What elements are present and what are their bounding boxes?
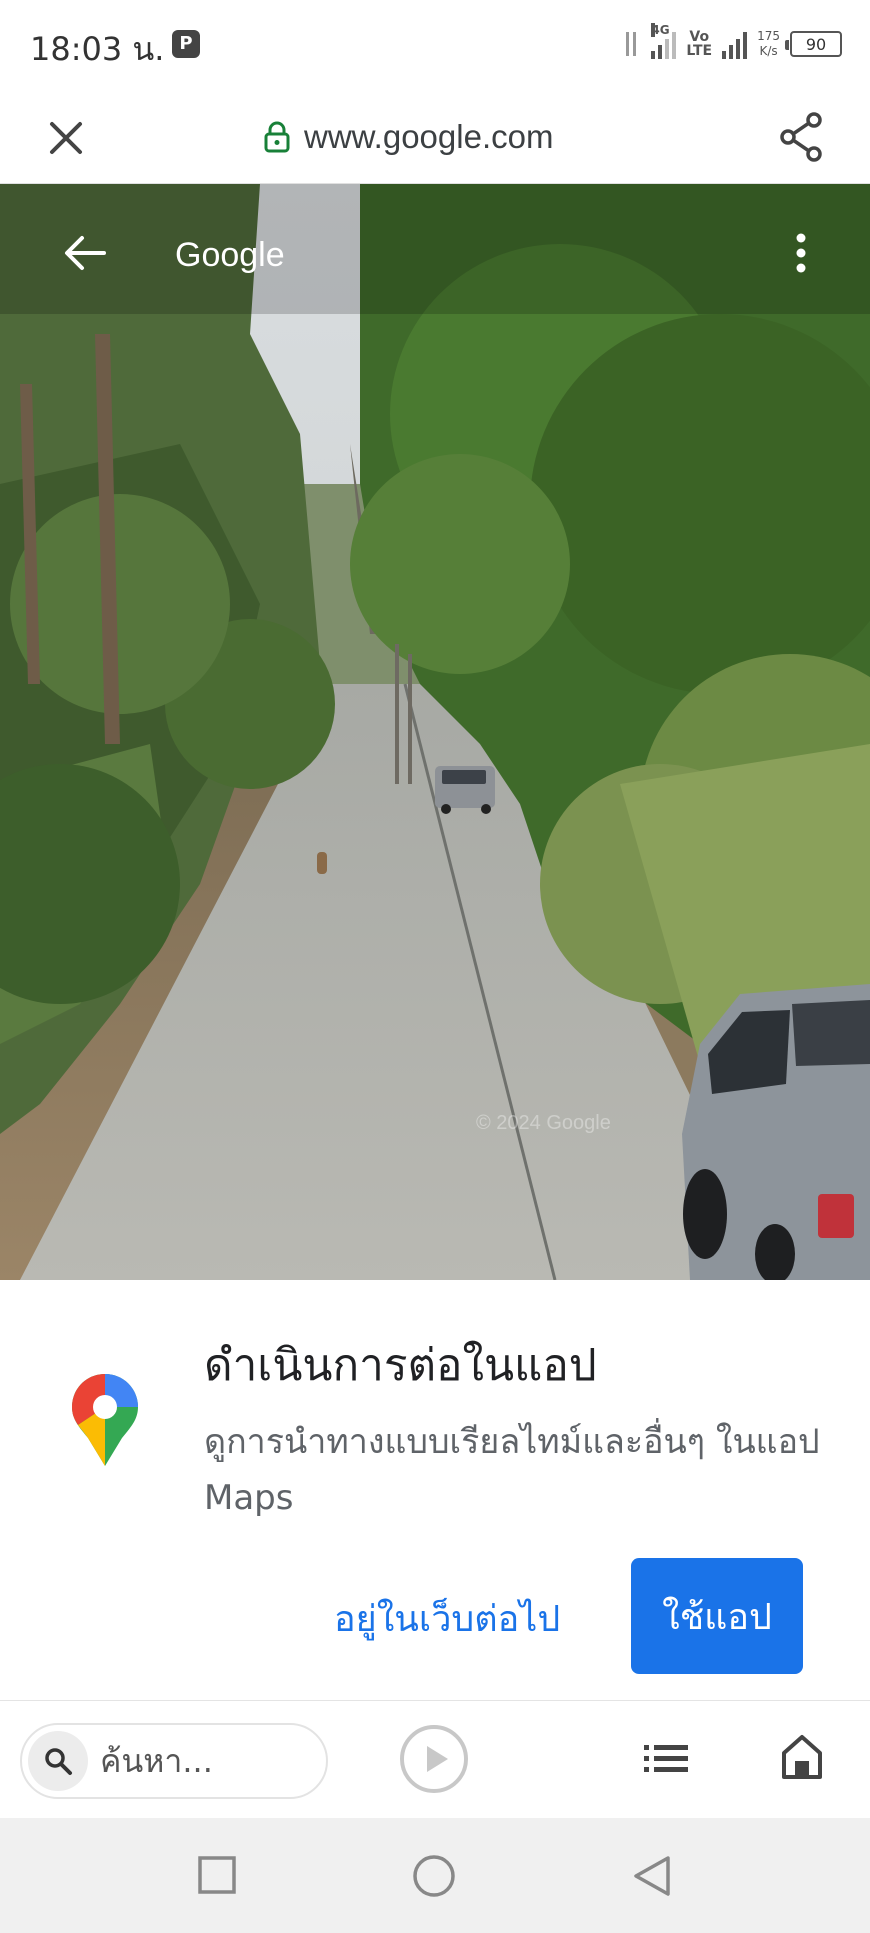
share-icon[interactable]: [776, 110, 826, 164]
close-icon[interactable]: [44, 116, 88, 160]
more-vert-icon[interactable]: [786, 228, 816, 278]
open-in-app-sheet: ดำเนินการต่อในแอป ดูการนำทางแบบเรียลไทม์…: [0, 1280, 870, 1700]
android-nav-bar: [0, 1818, 870, 1933]
browser-toolbar: ค้นหา...: [0, 1700, 870, 1818]
street-view-photo: [0, 184, 870, 1280]
browser-bar: www.google.com: [0, 90, 870, 184]
status-bar: 18:03 น. P 4G Vo LTE 175 K/s 90: [0, 0, 870, 90]
sheet-title: ดำเนินการต่อในแอป: [204, 1340, 597, 1391]
volte-indicator: Vo LTE: [686, 30, 712, 58]
battery-level: 90: [805, 34, 827, 54]
network-type-label: 4G: [651, 23, 670, 37]
home-circle-icon[interactable]: [412, 1854, 456, 1898]
play-icon[interactable]: [398, 1723, 470, 1795]
back-triangle-icon[interactable]: [632, 1854, 672, 1898]
cellular-signal-icon-1: 4G: [651, 23, 677, 59]
volte-line2: LTE: [686, 43, 713, 59]
url-text: www.google.com: [304, 118, 554, 155]
use-app-button[interactable]: ใช้แอป: [631, 1558, 803, 1674]
google-maps-pin-icon: [72, 1374, 138, 1466]
sheet-description: ดูการนำทางแบบเรียลไทม์และอื่นๆ ในแอป Map…: [204, 1422, 820, 1518]
status-indicators: 4G Vo LTE 175 K/s 90: [621, 23, 842, 64]
search-icon: [28, 1731, 88, 1791]
recents-square-icon[interactable]: [198, 1856, 236, 1894]
cellular-signal-icon-2: [722, 29, 748, 59]
search-glyph: [45, 1748, 72, 1775]
battery-icon: 90: [785, 31, 842, 57]
volte-line1: Vo: [689, 29, 710, 45]
street-view-title: Google: [175, 236, 285, 274]
street-view-image[interactable]: Google © 2024 Google: [0, 184, 870, 1280]
arrow-back-icon[interactable]: [60, 228, 110, 278]
notification-app-icon: P: [172, 30, 200, 58]
network-speed-value: 175: [757, 29, 780, 43]
list-icon[interactable]: [642, 1739, 690, 1779]
network-speed: 175 K/s: [757, 29, 780, 59]
stay-on-web-button[interactable]: อยู่ในเว็บต่อไป: [334, 1590, 560, 1647]
network-speed-unit: K/s: [759, 44, 778, 58]
status-time: 18:03 น.: [30, 30, 165, 68]
home-icon[interactable]: [780, 1733, 824, 1781]
data-activity-icon: [621, 29, 641, 59]
search-input[interactable]: ค้นหา...: [20, 1723, 328, 1799]
search-placeholder: ค้นหา...: [100, 1741, 213, 1780]
copyright-watermark: © 2024 Google: [476, 1112, 611, 1134]
lock-icon: [264, 121, 290, 153]
url-display[interactable]: www.google.com: [264, 112, 553, 162]
